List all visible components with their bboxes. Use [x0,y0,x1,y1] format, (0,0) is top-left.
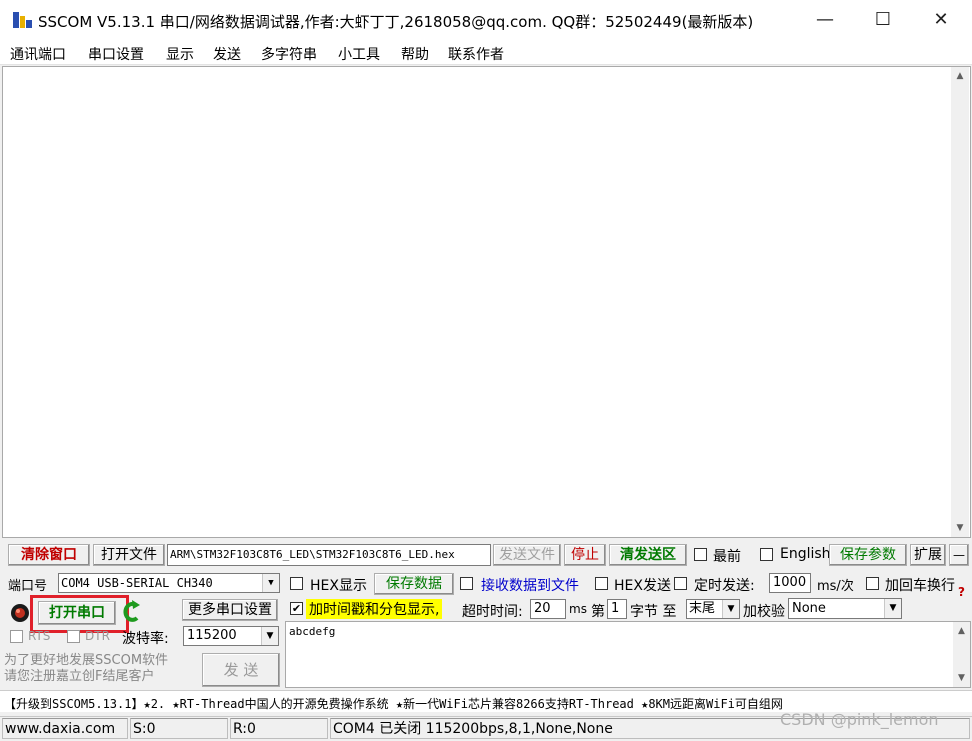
rts-label: RTS [28,629,51,643]
status-website[interactable]: www.daxia.com [2,718,128,739]
chevron-down-icon[interactable]: ▼ [261,627,278,645]
scroll-up-icon[interactable]: ▲ [953,622,970,640]
save-params-button[interactable]: 保存参数 [829,544,907,566]
timeout-label: 超时时间: [462,604,523,620]
timeout-input[interactable]: 20 [530,599,566,619]
hex-send-checkbox[interactable] [595,577,608,590]
byte-end-select[interactable]: 末尾 ▼ [686,599,740,619]
byte-prefix: 第 [591,604,605,620]
scroll-down-icon[interactable]: ▼ [953,669,970,687]
maximize-button[interactable]: ☐ [854,0,912,40]
status-received-count: R:0 [230,718,328,739]
clear-send-button[interactable]: 清发送区 [609,544,687,566]
recv-to-file-label[interactable]: 接收数据到文件 [481,575,579,595]
english-checkbox[interactable] [760,548,773,561]
send-scrollbar[interactable]: ▲ ▼ [953,622,970,687]
clear-window-button[interactable]: 清除窗口 [8,544,90,566]
add-crlf-checkbox[interactable] [866,577,879,590]
file-path-input[interactable]: ARM\STM32F103C8T6_LED\STM32F103C8T6_LED.… [167,544,491,566]
menu-multi-string[interactable]: 多字符串 [261,44,317,64]
menu-serial-settings[interactable]: 串口设置 [88,44,144,64]
dtr-checkbox[interactable] [67,630,80,643]
checksum-value: None [792,601,826,616]
chevron-down-icon[interactable]: ▼ [884,599,901,618]
chevron-down-icon[interactable]: ▼ [722,600,739,618]
menu-display[interactable]: 显示 [166,44,194,64]
byte-start-input[interactable]: 1 [607,599,627,619]
chevron-down-icon[interactable]: ▼ [262,574,279,592]
send-text-content: abcdefg [289,625,336,638]
send-textarea[interactable]: abcdefg ▲ ▼ [285,621,971,688]
receive-area[interactable] [2,66,971,538]
save-data-button[interactable]: 保存数据 [374,573,454,595]
menu-send[interactable]: 发送 [213,44,241,64]
send-file-button[interactable]: 发送文件 [493,544,561,566]
baud-select-value: 115200 [187,628,237,643]
receive-scrollbar[interactable]: ▲ ▼ [951,67,969,537]
port-select-value: COM4 USB-SERIAL CH340 [61,576,213,590]
highlight-box [30,595,129,633]
menu-contact-author[interactable]: 联系作者 [448,44,504,64]
watermark: CSDN @pink_lemon [780,710,939,729]
hex-display-label: HEX显示 [310,578,367,594]
window-title: SSCOM V5.13.1 串口/网络数据调试器,作者:大虾丁丁,2618058… [38,13,754,31]
open-file-button[interactable]: 打开文件 [93,544,165,566]
menu-tools[interactable]: 小工具 [338,44,380,64]
scroll-down-icon[interactable]: ▼ [951,519,969,537]
baud-label: 波特率: [122,631,169,647]
timed-send-label: 定时发送: [694,578,755,594]
port-label: 端口号 [8,579,48,594]
timed-send-checkbox[interactable] [674,577,687,590]
interval-input[interactable]: 1000 [769,573,811,593]
dtr-label: DTR [85,629,110,643]
checksum-select[interactable]: None ▼ [788,598,902,619]
menu-help[interactable]: 帮助 [401,44,429,64]
expand-button[interactable]: 扩展 [910,544,946,566]
rts-checkbox[interactable] [10,630,23,643]
help-icon[interactable]: ? [958,585,965,599]
status-sent-count: S:0 [130,718,228,739]
port-select[interactable]: COM4 USB-SERIAL CH340 ▼ [58,573,280,593]
add-crlf-label: 加回车换行 [885,578,955,594]
scroll-up-icon[interactable]: ▲ [951,67,969,85]
more-serial-settings-button[interactable]: 更多串口设置 [182,599,278,621]
hex-send-label: HEX发送 [614,578,671,594]
send-button[interactable]: 发 送 [202,653,280,687]
interval-unit: ms/次 [817,579,854,594]
promo-text: 为了更好地发展SSCOM软件 请您注册嘉立创F结尾客户 [4,653,169,684]
stop-button[interactable]: 停止 [564,544,606,566]
byte-suffix: 字节 至 [630,604,677,620]
menu-comm-port[interactable]: 通讯端口 [10,44,66,64]
close-button[interactable]: ✕ [912,0,970,40]
hex-display-checkbox[interactable] [290,577,303,590]
checksum-label: 加校验 [743,604,785,620]
baud-select[interactable]: 115200 ▼ [183,626,279,646]
timestamp-label: 加时间戳和分包显示, [306,599,443,619]
app-icon [13,12,32,28]
english-label: English [780,546,831,562]
refresh-icon[interactable] [121,600,141,626]
news-ticker: 【升级到SSCOM5.13.1】★2. ★RT-Thread中国人的开源免费操作… [0,690,972,712]
topmost-checkbox[interactable] [694,548,707,561]
recv-to-file-checkbox[interactable] [460,577,473,590]
news-ticker-text: 【升级到SSCOM5.13.1】★2. ★RT-Thread中国人的开源免费操作… [4,697,783,711]
collapse-button[interactable]: — [949,544,969,566]
timeout-unit: ms [569,602,587,616]
timestamp-checkbox[interactable]: ✔ [290,602,303,615]
port-status-icon [11,604,29,622]
topmost-label: 最前 [713,549,741,565]
byte-end-value: 末尾 [689,601,716,616]
minimize-button[interactable]: — [796,0,854,40]
